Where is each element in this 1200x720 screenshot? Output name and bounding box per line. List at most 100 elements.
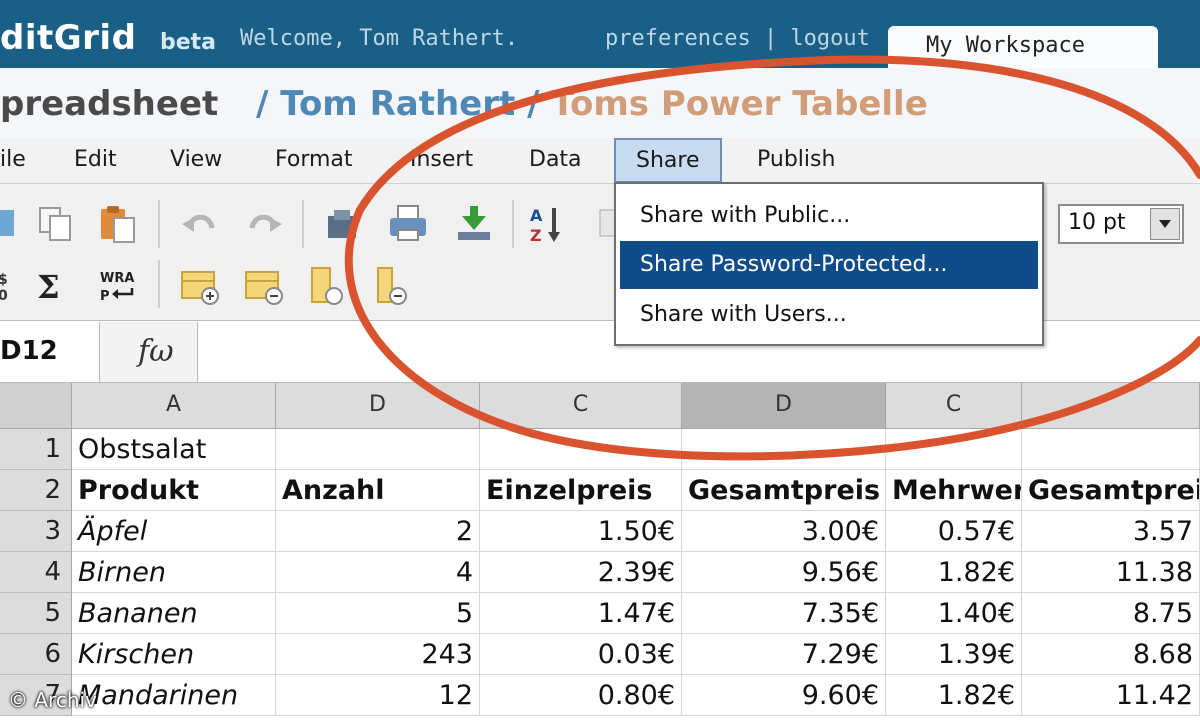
grid-cell[interactable]: Bananen	[72, 593, 276, 634]
grid-cell[interactable]: 3.57	[1022, 511, 1200, 552]
menu-view[interactable]: View	[170, 147, 222, 172]
grid-cell[interactable]: Kirschen	[72, 634, 276, 675]
delete-column-icon[interactable]	[374, 266, 414, 306]
grid-cell[interactable]: 0.80€	[480, 675, 682, 716]
row-header[interactable]: 6	[0, 634, 72, 675]
grid-cell[interactable]: Einzelpreis	[480, 470, 682, 511]
grid-cell[interactable]: 1.39€	[886, 634, 1022, 675]
column-header[interactable]: A	[72, 383, 276, 429]
svg-text:Σ: Σ	[37, 268, 60, 306]
delete-row-icon[interactable]	[244, 266, 284, 306]
table-row: 5 Bananen 5 1.47€ 7.35€ 1.40€ 8.75	[0, 593, 1200, 634]
grid-cell[interactable]: 1.47€	[480, 593, 682, 634]
grid-cell[interactable]: 1.82€	[886, 675, 1022, 716]
row-header[interactable]: 2	[0, 470, 72, 511]
grid-cell[interactable]: Obstsalat	[72, 429, 276, 470]
insert-column-icon[interactable]	[308, 266, 348, 306]
insert-row-icon[interactable]	[180, 266, 220, 306]
grid-cell[interactable]: 8.75	[1022, 593, 1200, 634]
menu-edit[interactable]: Edit	[74, 147, 117, 172]
grid-cell[interactable]: 4	[276, 552, 480, 593]
paste-icon[interactable]	[98, 204, 138, 244]
wrap-icon[interactable]: WRA P	[98, 266, 138, 306]
grid-cell[interactable]	[1022, 429, 1200, 470]
menu-item-share-users[interactable]: Share with Users...	[620, 291, 1038, 339]
grid-cell[interactable]	[480, 429, 682, 470]
menu-insert[interactable]: Insert	[410, 147, 473, 172]
grid-cell[interactable]: 1.40€	[886, 593, 1022, 634]
toolbar-separator	[158, 200, 160, 248]
column-header[interactable]	[1022, 383, 1200, 429]
currency-format-icon[interactable]: $ 0	[0, 266, 26, 306]
cell-reference-value: D12	[0, 336, 58, 366]
menu-item-share-password[interactable]: Share Password-Protected...	[620, 241, 1038, 289]
redo-icon[interactable]	[244, 204, 284, 244]
svg-text:P: P	[100, 289, 110, 304]
grid-cell[interactable]: 2.39€	[480, 552, 682, 593]
grid-cell[interactable]: 1.50€	[480, 511, 682, 552]
grid-cell[interactable]: 9.56€	[682, 552, 886, 593]
share-dropdown-menu: Share with Public... Share Password-Prot…	[614, 182, 1044, 346]
grid-cell[interactable]	[886, 429, 1022, 470]
function-button[interactable]: fω	[100, 322, 198, 382]
cell-reference-box[interactable]: D12	[0, 322, 100, 382]
download-icon[interactable]	[454, 204, 494, 244]
column-header-selected[interactable]: D	[682, 383, 886, 429]
font-size-value: 10 pt	[1068, 210, 1126, 235]
font-size-select[interactable]: 10 pt	[1058, 204, 1184, 244]
column-header[interactable]: D	[276, 383, 480, 429]
copy-icon[interactable]	[36, 204, 76, 244]
grid-cell[interactable]: 12	[276, 675, 480, 716]
row-header[interactable]: 1	[0, 429, 72, 470]
grid-cell[interactable]: 11.42	[1022, 675, 1200, 716]
grid-cell[interactable]: 9.60€	[682, 675, 886, 716]
row-header[interactable]: 3	[0, 511, 72, 552]
table-row: 6 Kirschen 243 0.03€ 7.29€ 1.39€ 8.68	[0, 634, 1200, 675]
grid-cell[interactable]: Anzahl	[276, 470, 480, 511]
grid-cell[interactable]	[682, 429, 886, 470]
column-header[interactable]: C	[480, 383, 682, 429]
sort-az-icon[interactable]: A Z	[528, 204, 568, 244]
grid-cell[interactable]: Produkt	[72, 470, 276, 511]
grid-cell[interactable]: Gesamtpreis	[682, 470, 886, 511]
grid-cell[interactable]: Äpfel	[72, 511, 276, 552]
select-all-corner[interactable]	[0, 383, 72, 429]
toolbar-separator	[512, 200, 514, 248]
grid-cell[interactable]: 243	[276, 634, 480, 675]
row-header[interactable]: 4	[0, 552, 72, 593]
sum-icon[interactable]: Σ	[32, 266, 72, 306]
menu-share[interactable]: Share	[614, 138, 722, 183]
grid-cell[interactable]: 0.57€	[886, 511, 1022, 552]
grid-cell[interactable]: 3.00€	[682, 511, 886, 552]
header-links[interactable]: preferences | logout	[605, 26, 870, 51]
grid-cell[interactable]: 1.82€	[886, 552, 1022, 593]
grid-cell[interactable]: 5	[276, 593, 480, 634]
menu-item-share-public[interactable]: Share with Public...	[620, 192, 1038, 240]
grid-cell[interactable]: 7.35€	[682, 593, 886, 634]
menu-format[interactable]: Format	[275, 147, 353, 172]
save-icon[interactable]	[322, 204, 362, 244]
column-header[interactable]: C	[886, 383, 1022, 429]
grid-cell[interactable]: 2	[276, 511, 480, 552]
function-icon: fω	[138, 334, 174, 369]
grid-cell[interactable]: 8.68	[1022, 634, 1200, 675]
menu-publish[interactable]: Publish	[757, 147, 835, 172]
table-row: 4 Birnen 4 2.39€ 9.56€ 1.82€ 11.38	[0, 552, 1200, 593]
row-header[interactable]: 5	[0, 593, 72, 634]
my-workspace-tab[interactable]: My Workspace	[888, 26, 1158, 68]
grid-cell[interactable]	[276, 429, 480, 470]
menu-file[interactable]: ile	[0, 147, 26, 172]
grid-cell[interactable]: Gesamtprei	[1022, 470, 1200, 511]
grid-cell[interactable]: 0.03€	[480, 634, 682, 675]
grid-cell[interactable]: Birnen	[72, 552, 276, 593]
grid-cell[interactable]: 7.29€	[682, 634, 886, 675]
grid-cell[interactable]: 11.38	[1022, 552, 1200, 593]
menu-data[interactable]: Data	[529, 147, 582, 172]
undo-icon[interactable]	[180, 204, 220, 244]
print-icon[interactable]	[388, 204, 428, 244]
cut-icon[interactable]	[0, 204, 26, 244]
grid-cell[interactable]: Mehrwer	[886, 470, 1022, 511]
chevron-down-icon[interactable]	[1150, 208, 1180, 240]
grid-cell[interactable]: Mandarinen	[72, 675, 276, 716]
breadcrumb-user-link[interactable]: Tom Rathert	[280, 84, 515, 124]
